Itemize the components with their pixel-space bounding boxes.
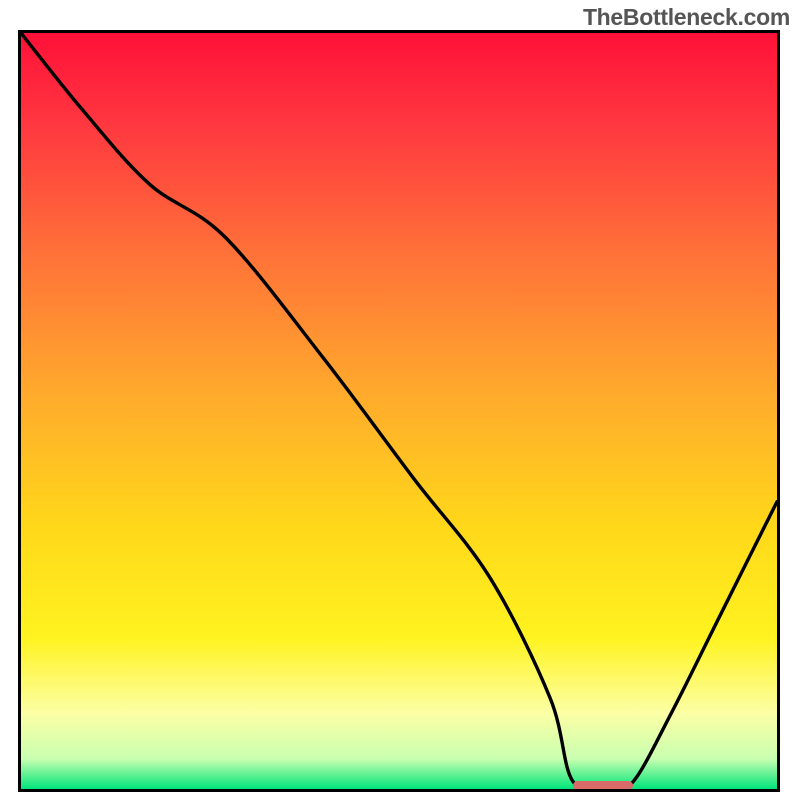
watermark-text: TheBottleneck.com bbox=[583, 4, 790, 31]
chart-container: TheBottleneck.com bbox=[0, 0, 800, 800]
plot-area bbox=[18, 30, 780, 792]
curve-line bbox=[21, 33, 777, 789]
optimal-marker bbox=[573, 781, 633, 790]
